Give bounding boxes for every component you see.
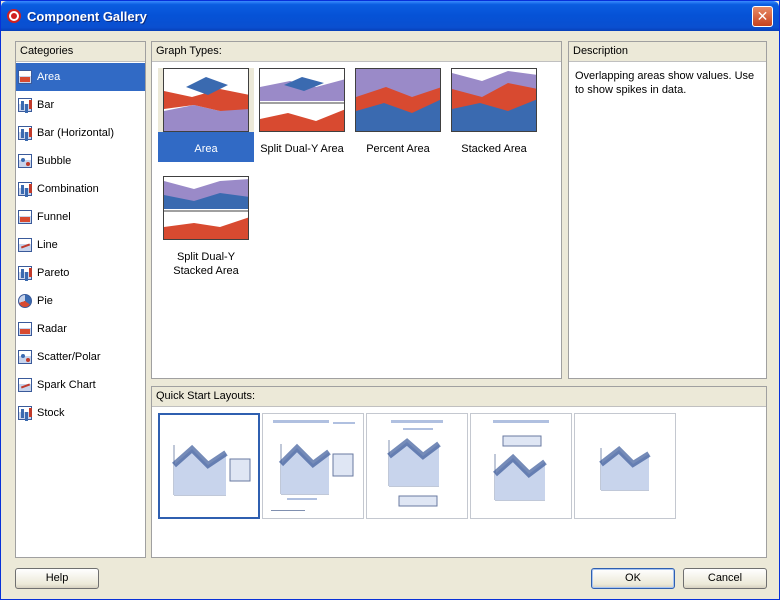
dialog-title: Component Gallery xyxy=(27,9,147,24)
split-dual-y-stacked-area-thumbnail xyxy=(163,176,249,240)
scatter-chart-icon xyxy=(18,350,32,364)
categories-header: Categories xyxy=(16,42,145,62)
category-label: Area xyxy=(37,71,61,83)
line-chart-icon xyxy=(18,238,32,252)
pie-chart-icon xyxy=(18,294,32,308)
category-item-combination[interactable]: Combination xyxy=(16,175,145,203)
graph-type-percent-area[interactable]: Percent Area xyxy=(350,68,446,162)
layout-legend-right[interactable] xyxy=(158,413,260,519)
category-label: Pareto xyxy=(37,267,70,279)
layout-legend-top[interactable] xyxy=(470,413,572,519)
funnel-chart-icon xyxy=(18,210,32,224)
layout-legend-bottom[interactable] xyxy=(366,413,468,519)
graph-type-label: Stacked Area xyxy=(461,143,527,155)
area-chart-icon xyxy=(18,70,32,84)
horizontal-bar-chart-icon xyxy=(18,126,32,140)
graph-type-split-dual-y-stacked-area[interactable]: Split Dual-Y Stacked Area xyxy=(158,176,254,284)
category-label: Combination xyxy=(37,183,99,195)
percent-area-thumbnail xyxy=(355,68,441,132)
pareto-chart-icon xyxy=(18,266,32,280)
graph-type-label: Split Dual-Y Stacked Area xyxy=(173,251,239,277)
stock-chart-icon xyxy=(18,406,32,420)
graph-types-panel: Graph Types: Area Split Dual-Y Area Perc… xyxy=(151,41,562,379)
category-item-line[interactable]: Line xyxy=(16,231,145,259)
graph-type-area[interactable]: Area xyxy=(158,68,254,162)
graph-type-label: Percent Area xyxy=(366,143,430,155)
app-logo-icon xyxy=(7,9,21,23)
bubble-chart-icon xyxy=(18,154,32,168)
category-label: Bubble xyxy=(37,155,72,167)
graph-type-label: Split Dual-Y Area xyxy=(260,143,344,155)
category-label: Funnel xyxy=(37,211,71,223)
bar-chart-icon xyxy=(18,98,32,112)
category-label: Radar xyxy=(37,323,67,335)
category-label: Spark Chart xyxy=(37,379,96,391)
category-item-bar[interactable]: Bar xyxy=(16,91,145,119)
categories-header-label: Categories xyxy=(20,45,74,57)
category-item-funnel[interactable]: Funnel xyxy=(16,203,145,231)
description-text: Overlapping areas show values. Use to sh… xyxy=(575,70,755,96)
graph-type-split-dual-y-area[interactable]: Split Dual-Y Area xyxy=(254,68,350,162)
graph-types-header: Graph Types: xyxy=(152,42,561,62)
description-header: Description xyxy=(569,42,766,62)
category-label: Bar xyxy=(37,99,55,111)
categories-list: Area Bar Bar (Horizontal) Bubble Combina… xyxy=(16,63,145,427)
category-item-radar[interactable]: Radar xyxy=(16,315,145,343)
title-bar: Component Gallery ✕ xyxy=(1,1,779,31)
category-item-spark-chart[interactable]: Spark Chart xyxy=(16,371,145,399)
category-label: Line xyxy=(37,239,58,251)
quick-start-layouts-panel: Quick Start Layouts: xyxy=(151,386,767,558)
category-item-pareto[interactable]: Pareto xyxy=(16,259,145,287)
layout-chart-only[interactable] xyxy=(574,413,676,519)
category-item-stock[interactable]: Stock xyxy=(16,399,145,427)
category-item-pie[interactable]: Pie xyxy=(16,287,145,315)
radar-chart-icon xyxy=(18,322,32,336)
component-gallery-dialog: Component Gallery ✕ Categories Area Bar … xyxy=(0,0,780,600)
category-label: Stock xyxy=(37,407,65,419)
category-label: Bar (Horizontal) xyxy=(37,127,115,139)
layout-title-legend-right[interactable] xyxy=(262,413,364,519)
combination-chart-icon xyxy=(18,182,32,196)
description-header-label: Description xyxy=(573,45,629,57)
close-button[interactable]: ✕ xyxy=(752,6,773,27)
description-panel: Description Overlapping areas show value… xyxy=(568,41,767,379)
category-item-bar-horizontal[interactable]: Bar (Horizontal) xyxy=(16,119,145,147)
quick-start-header-label: Quick Start Layouts: xyxy=(156,390,256,402)
category-item-scatter-polar[interactable]: Scatter/Polar xyxy=(16,343,145,371)
help-button[interactable]: Help xyxy=(15,568,99,589)
split-dual-y-area-thumbnail xyxy=(259,68,345,132)
graph-type-label: Area xyxy=(194,143,218,155)
category-label: Scatter/Polar xyxy=(37,351,101,363)
graph-types-header-label: Graph Types: xyxy=(156,45,222,57)
ok-button[interactable]: OK xyxy=(591,568,675,589)
stacked-area-thumbnail xyxy=(451,68,537,132)
category-item-bubble[interactable]: Bubble xyxy=(16,147,145,175)
cancel-button[interactable]: Cancel xyxy=(683,568,767,589)
categories-panel: Categories Area Bar Bar (Horizontal) Bub… xyxy=(15,41,146,558)
area-thumbnail xyxy=(163,68,249,132)
category-item-area[interactable]: Area xyxy=(16,63,145,91)
category-label: Pie xyxy=(37,295,53,307)
graph-type-stacked-area[interactable]: Stacked Area xyxy=(446,68,542,162)
quick-start-header: Quick Start Layouts: xyxy=(152,387,766,407)
spark-chart-icon xyxy=(18,378,32,392)
